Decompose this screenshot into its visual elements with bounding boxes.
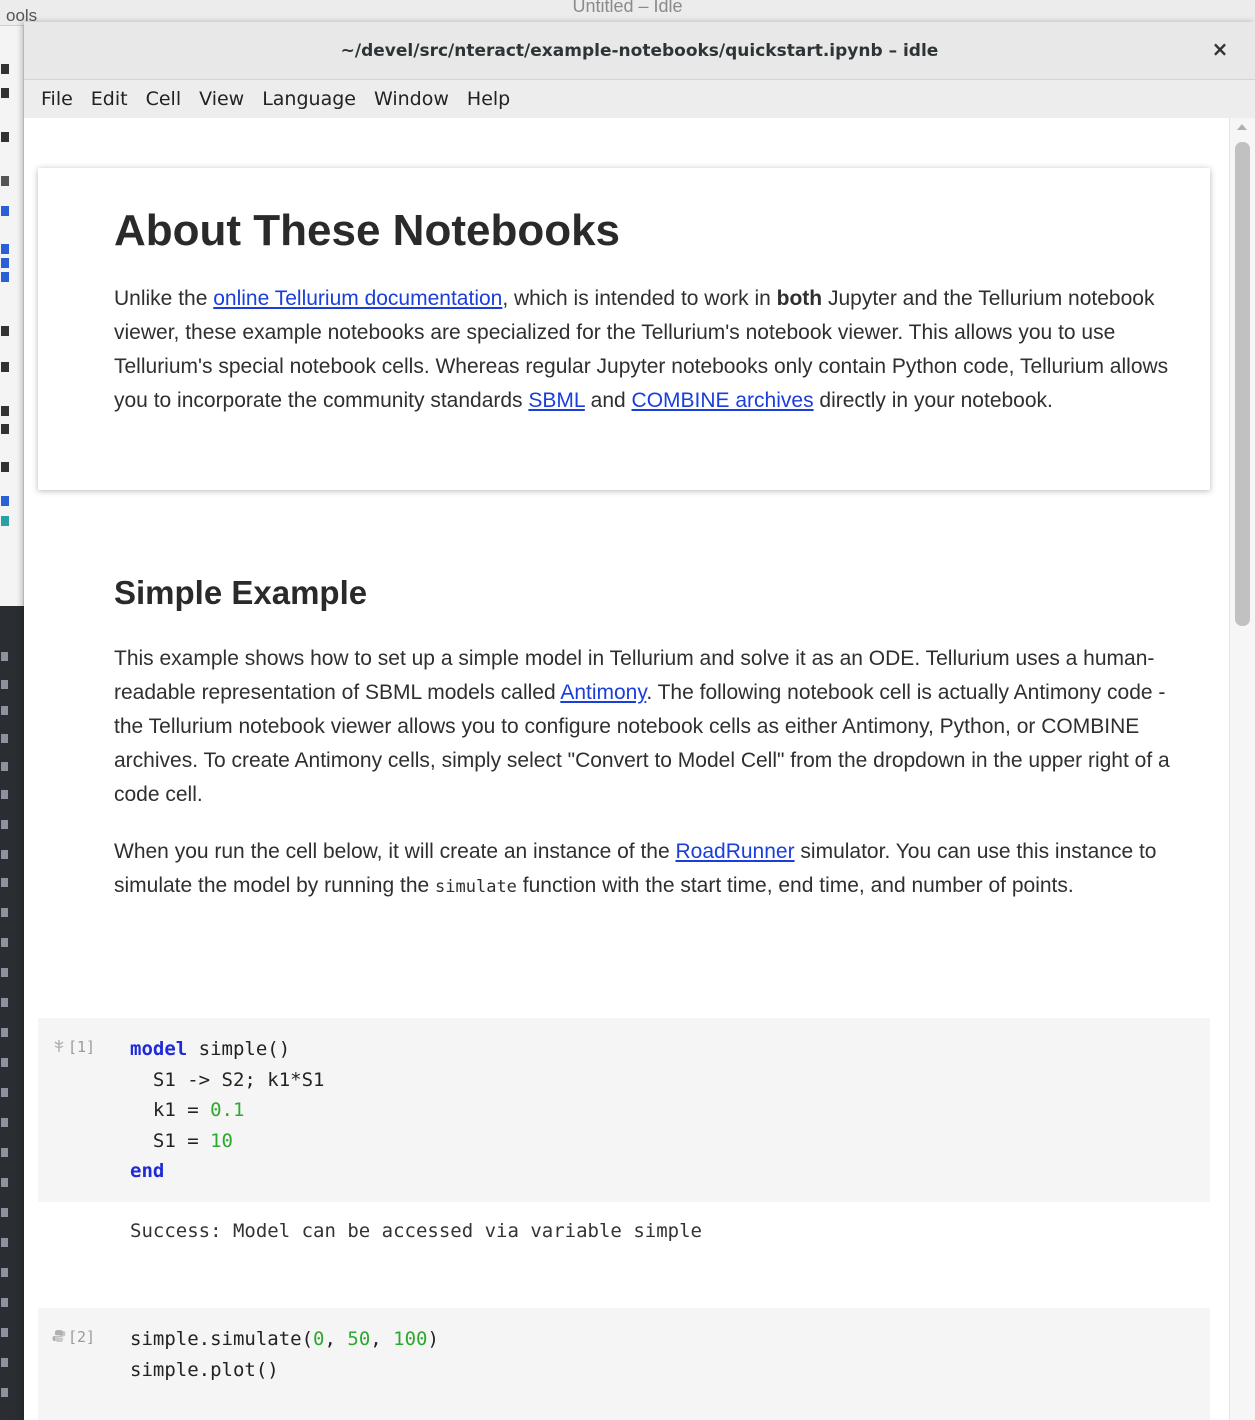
link-sbml[interactable]: SBML — [528, 389, 584, 412]
menu-help[interactable]: Help — [458, 88, 519, 110]
heading-about: About These Notebooks — [114, 206, 621, 255]
text-run: function with the start time, end time, … — [516, 874, 1074, 897]
code-editor[interactable]: model simple() S1 -> S2; k1*S1 k1 = 0.1 … — [130, 1034, 324, 1187]
menubar: File Edit Cell View Language Window Help — [24, 80, 1255, 118]
code-text: S1 = — [130, 1129, 211, 1152]
menu-view[interactable]: View — [190, 88, 253, 110]
paragraph-about: Unlike the online Tellurium documentatio… — [114, 282, 1194, 418]
link-combine-archives[interactable]: COMBINE archives — [632, 389, 814, 412]
code-number: 50 — [347, 1328, 371, 1350]
cell-output: Success: Model can be accessed via varia… — [130, 1220, 702, 1242]
text-run: When you run the cell below, it will cre… — [114, 840, 676, 863]
code-number: 100 — [393, 1328, 428, 1350]
cell-prompt-label: [2] — [68, 1328, 96, 1346]
scrollbar-thumb[interactable] — [1235, 142, 1250, 626]
vertical-scrollbar[interactable] — [1229, 118, 1255, 1420]
code-text: simple.simulate( — [130, 1328, 314, 1350]
code-number: 0.1 — [210, 1099, 245, 1121]
code-cell-simulate[interactable]: [2] simple.simulate(0, 50, 100) simple.p… — [38, 1308, 1210, 1420]
cell-prompt-label: [1] — [68, 1038, 96, 1056]
heading-simple-example: Simple Example — [114, 574, 368, 611]
scroll-up-arrow-icon[interactable] — [1237, 124, 1247, 130]
code-keyword: model — [130, 1038, 188, 1060]
markdown-cell-about[interactable]: About These Notebooks Unlike the online … — [38, 168, 1210, 490]
menu-edit[interactable]: Edit — [82, 88, 137, 110]
link-roadrunner[interactable]: RoadRunner — [675, 840, 794, 863]
code-text: , — [370, 1328, 394, 1350]
text-run: directly in your notebook. — [813, 389, 1053, 412]
text-run: and — [584, 389, 632, 412]
code-text: k1 = — [130, 1099, 211, 1121]
code-text: , — [324, 1328, 348, 1350]
python-icon — [52, 1330, 66, 1342]
menu-cell[interactable]: Cell — [137, 88, 191, 110]
antimony-icon — [54, 1040, 64, 1052]
notebook-content: About These Notebooks Unlike the online … — [24, 118, 1255, 1420]
link-antimony[interactable]: Antimony — [560, 681, 646, 704]
paragraph-simple-example: This example shows how to set up a simpl… — [114, 642, 1194, 812]
code-text: ) — [427, 1328, 439, 1350]
cell-prompt: [2] — [52, 1328, 95, 1346]
link-tellurium-docs[interactable]: online Tellurium documentation — [213, 287, 502, 310]
code-text: simple.plot() — [130, 1358, 279, 1381]
code-number: 0 — [313, 1328, 325, 1350]
background-terminal — [0, 606, 24, 1420]
text-run: Unlike the — [114, 287, 214, 310]
code-editor[interactable]: simple.simulate(0, 50, 100) simple.plot(… — [130, 1324, 439, 1385]
background-editor — [0, 26, 24, 606]
menu-window[interactable]: Window — [365, 88, 458, 110]
code-text: S1 -> S2; k1*S1 — [130, 1068, 325, 1091]
cell-prompt: [1] — [52, 1038, 95, 1056]
background-window-title: Untitled – Idle — [572, 0, 683, 16]
window-title: ~/devel/src/nteract/example-notebooks/qu… — [340, 41, 939, 61]
close-button[interactable]: × — [1209, 38, 1231, 60]
menu-language[interactable]: Language — [253, 88, 365, 110]
code-text: simple() — [187, 1038, 291, 1060]
menu-file[interactable]: File — [32, 88, 82, 110]
inline-code-simulate: simulate — [435, 877, 517, 897]
code-keyword: end — [130, 1160, 165, 1182]
window-titlebar[interactable]: ~/devel/src/nteract/example-notebooks/qu… — [24, 22, 1255, 80]
code-cell-model[interactable]: [1] model simple() S1 -> S2; k1*S1 k1 = … — [38, 1018, 1210, 1202]
text-run: , which is intended to work in — [502, 287, 777, 310]
paragraph-roadrunner: When you run the cell below, it will cre… — [114, 835, 1194, 904]
bold-text: both — [776, 287, 823, 310]
code-number: 10 — [210, 1129, 233, 1152]
notebook-window: ~/devel/src/nteract/example-notebooks/qu… — [24, 22, 1255, 1420]
